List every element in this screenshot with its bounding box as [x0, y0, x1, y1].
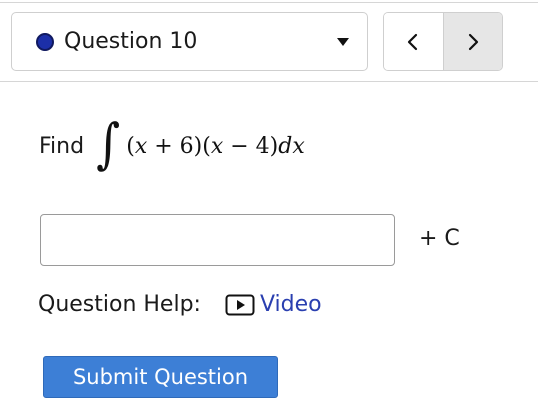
integrand-expression: (x + 6)(x − 4)dx — [126, 134, 305, 159]
question-status-dot — [36, 32, 54, 51]
integrand-part: + 6)( — [147, 133, 211, 159]
integrand-variable: x — [210, 133, 224, 159]
play-box-icon — [225, 294, 255, 315]
top-divider — [0, 2, 538, 3]
question-selector-dropdown[interactable]: Question 10 — [11, 12, 368, 71]
video-link-label: Video — [259, 292, 322, 317]
question-prompt: Find ∫ (x + 6)(x − 4)dx — [39, 108, 305, 184]
previous-question-button[interactable] — [384, 13, 443, 70]
answer-input[interactable] — [40, 214, 395, 266]
integrand-differential: dx — [278, 133, 305, 159]
header-divider — [0, 81, 538, 82]
question-help-row: Question Help: Video — [38, 292, 322, 317]
next-question-button[interactable] — [442, 13, 502, 70]
chevron-right-icon — [468, 33, 478, 50]
integrand-part: − 4) — [223, 133, 279, 159]
integral-sign: ∫ — [96, 112, 121, 175]
chevron-left-icon — [408, 33, 418, 50]
question-nav-buttons — [383, 12, 503, 71]
video-help-link[interactable]: Video — [225, 292, 322, 317]
constant-of-integration-label: + C — [419, 226, 460, 251]
submit-question-button[interactable]: Submit Question — [43, 356, 278, 398]
caret-down-icon — [337, 37, 349, 46]
prompt-find-word: Find — [39, 133, 85, 159]
question-page: Question 10 Find ∫ (x + 6)(x − 4)dx + C … — [0, 0, 538, 416]
question-help-label: Question Help: — [38, 292, 201, 317]
question-label: Question 10 — [64, 29, 198, 54]
integrand-variable: x — [134, 133, 148, 159]
integrand-part: ( — [126, 133, 135, 159]
